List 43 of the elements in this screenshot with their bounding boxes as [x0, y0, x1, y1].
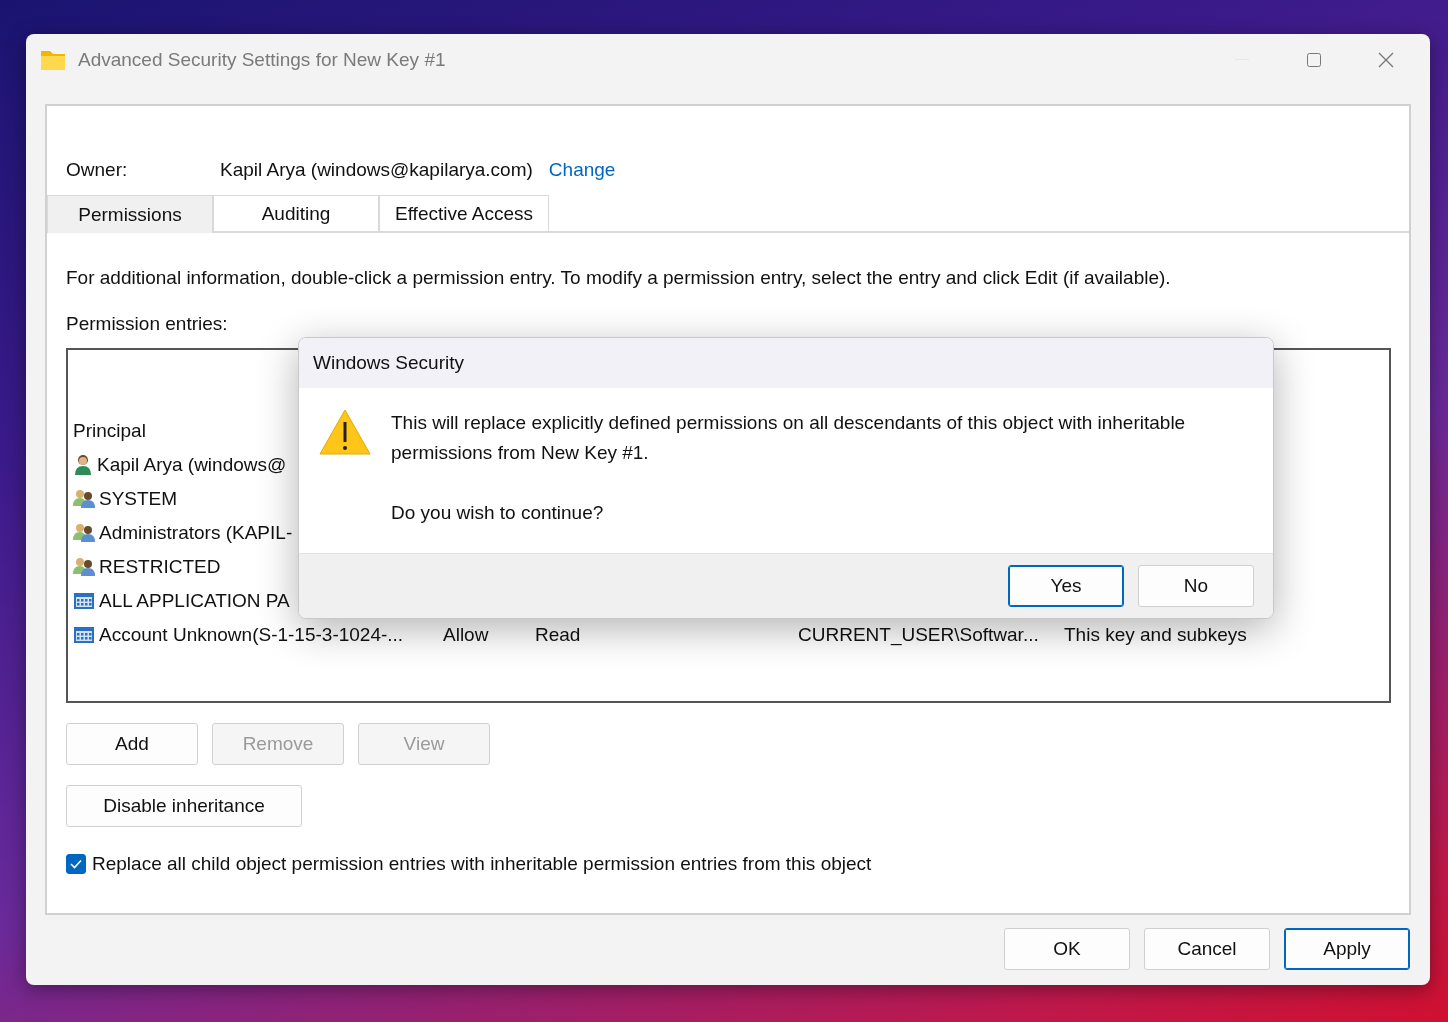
maximize-icon [1307, 53, 1321, 67]
dialog-button[interactable]: Cancel [1144, 928, 1270, 970]
principal-name: Kapil Arya (windows@ [97, 454, 287, 476]
dialog-button[interactable]: OK [1004, 928, 1130, 970]
info-text: For additional information, double-click a permission entry. To modify a permission entry, select the entry and click Edit (if available). [66, 267, 1172, 289]
user-icon [73, 454, 93, 476]
table-cell-text: CURRENT_USER\Softwar... [798, 624, 1040, 646]
entries-label: Permission entries: [66, 313, 229, 335]
table-cell-text: Read [535, 624, 582, 646]
dialog-button[interactable]: Apply [1284, 928, 1410, 970]
app-grid-icon [73, 591, 95, 611]
owner-name: Kapil Arya (windows@kapilarya.com) [220, 159, 533, 181]
dialog-button[interactable]: No [1138, 565, 1254, 607]
table-cell-text: This key and subkeys [1064, 624, 1248, 646]
tab[interactable]: Permissions [47, 195, 213, 233]
table-cell-text: Allow [443, 624, 490, 646]
principal-name: ALL APPLICATION PA [99, 590, 290, 612]
principal-name: Administrators (KAPIL- [99, 522, 293, 544]
dialog-message: This will replace explicitly defined permissions on all descendants of this object with inheritable permissions from New Key #1. [391, 411, 1187, 465]
checkmark-icon [70, 859, 82, 869]
principal-name: SYSTEM [99, 488, 178, 510]
owner-label: Owner: [66, 159, 129, 181]
entry-button[interactable]: Add [66, 723, 198, 765]
app-grid-icon [73, 625, 95, 645]
dialog-question: Do you wish to continue? [391, 501, 605, 525]
dialog-title: Windows Security [313, 352, 464, 374]
warning-icon [319, 408, 371, 456]
tab[interactable]: Effective Access [379, 195, 549, 231]
column-header: Principal [73, 420, 146, 442]
tab[interactable]: Auditing [213, 195, 379, 231]
dialog-button[interactable]: Yes [1008, 565, 1124, 607]
disable-inheritance-button[interactable]: Disable inheritance [66, 785, 302, 827]
users-icon [73, 523, 95, 543]
checkbox-label: Replace all child object permission entries with inheritable permission entries from this object [92, 853, 872, 875]
change-link[interactable]: Change [548, 159, 616, 181]
folder-icon [40, 49, 66, 71]
principal-name: Account Unknown(S-1-15-3-1024-... [99, 624, 404, 646]
users-icon [73, 489, 95, 509]
checkbox[interactable] [66, 854, 86, 874]
close-icon [1378, 52, 1394, 68]
window-title: Advanced Security Settings for New Key #1 [78, 49, 447, 71]
users-icon [73, 557, 95, 577]
principal-name: RESTRICTED [99, 556, 221, 578]
